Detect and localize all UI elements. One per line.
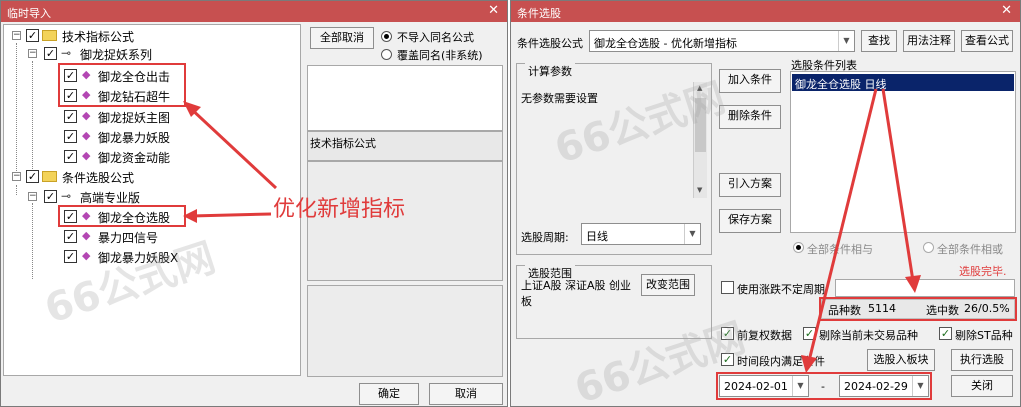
formula-icon: ◆: [82, 249, 91, 262]
deselect-all-button[interactable]: 全部取消: [310, 27, 374, 49]
radio-no-import-label: 不导入同名公式: [397, 31, 474, 44]
remove-st-checkbox[interactable]: ✓: [939, 327, 952, 340]
range-value: 上证A股 深证A股 创业板: [521, 279, 632, 308]
folder-icon: [42, 171, 57, 182]
stock-screener-dialog: 条件选股 ✕ 条件选股公式 御龙全仓选股 - 优化新增指标 ▼ 查找 用法注释 …: [510, 0, 1021, 407]
checkbox[interactable]: ✓: [64, 150, 77, 163]
time-range-checkbox[interactable]: ✓: [721, 353, 734, 366]
params-scrollbar[interactable]: ▲ ▼: [693, 82, 707, 198]
remove-st-label: 剔除ST品种: [955, 329, 1013, 342]
chevron-down-icon: ▼: [684, 224, 700, 244]
arrow-line: [186, 104, 278, 190]
arrow-head: [905, 275, 921, 293]
checkbox[interactable]: ✓: [44, 47, 57, 60]
annotation-arrows: [801, 88, 921, 373]
cancel-button[interactable]: 取消: [429, 383, 503, 405]
close-icon[interactable]: ✕: [1001, 3, 1012, 18]
folder-icon: [42, 30, 57, 41]
arrow-line: [190, 212, 272, 218]
use-period-checkbox[interactable]: ✓: [721, 281, 734, 294]
formula-icon: ◆: [82, 229, 91, 242]
status-text: 选股完毕.: [959, 265, 1007, 278]
formula-icon: ◆: [82, 149, 91, 162]
formula-select[interactable]: 御龙全仓选股 - 优化新增指标 ▼: [589, 30, 855, 52]
tree-item-8[interactable]: ✓ ◆ 御龙暴力妖股X: [4, 248, 294, 266]
chevron-up-icon[interactable]: ▲: [697, 84, 702, 92]
radio-no-import[interactable]: [381, 31, 392, 42]
formula-icon: ◆: [82, 109, 91, 122]
ok-button[interactable]: 确定: [359, 383, 419, 405]
close-button[interactable]: 关闭: [951, 375, 1013, 397]
close-icon[interactable]: ✕: [488, 3, 499, 18]
chevron-down-icon: ▼: [838, 31, 854, 51]
radio-all-or-label: 全部条件相或: [937, 243, 1003, 256]
chevron-down-icon[interactable]: ▼: [697, 186, 702, 194]
arrow-head: [183, 209, 197, 223]
arrow-line: [807, 88, 878, 362]
checkbox[interactable]: ✓: [64, 230, 77, 243]
key-icon: ⊸: [61, 189, 72, 203]
notes-area[interactable]: [307, 285, 503, 377]
import-dialog: 临时导入 ✕ − ✓ 技术指标公式 − ✓ ⊸ 御龙捉妖系列 ✓ ◆ 御龙全仓出…: [0, 0, 508, 407]
checkbox[interactable]: ✓: [64, 110, 77, 123]
checkbox[interactable]: ✓: [64, 130, 77, 143]
view-formula-button[interactable]: 查看公式: [961, 30, 1013, 52]
annotation-text: 优化新增指标: [273, 197, 406, 222]
run-screen-button[interactable]: 执行选股: [951, 349, 1013, 371]
formula-label: 条件选股公式: [517, 37, 583, 50]
key-icon: ⊸: [61, 46, 72, 60]
preview-area-top: [307, 65, 503, 131]
arrow-head: [801, 355, 817, 373]
radio-overwrite-label: 覆盖同名(非系统): [397, 49, 483, 62]
adjusted-data-checkbox[interactable]: ✓: [721, 327, 734, 340]
find-button[interactable]: 查找: [861, 30, 897, 52]
checkbox[interactable]: ✓: [26, 29, 39, 42]
screener-titlebar: 条件选股 ✕: [511, 1, 1020, 22]
formula-icon: ◆: [82, 129, 91, 142]
checkbox[interactable]: ✓: [64, 250, 77, 263]
screener-title: 条件选股: [517, 7, 561, 20]
calc-params-group: 计算参数 无参数需要设置 ▲ ▼ 选股周期: 日线 ▼: [516, 63, 712, 255]
radio-overwrite[interactable]: [381, 49, 392, 60]
checkbox[interactable]: ✓: [44, 190, 57, 203]
arrow-line: [881, 88, 915, 282]
checkbox[interactable]: ✓: [26, 170, 39, 183]
scroll-thumb[interactable]: [695, 98, 706, 152]
period-select[interactable]: 日线 ▼: [581, 223, 701, 245]
tree-series-zhuoyao[interactable]: − ✓ ⊸ 御龙捉妖系列: [4, 45, 294, 63]
tree-group-indicators[interactable]: − ✓ 技术指标公式: [4, 27, 294, 45]
formula-type-field: 技术指标公式: [307, 131, 503, 161]
change-range-button[interactable]: 改变范围: [641, 274, 695, 296]
usage-notes-button[interactable]: 用法注释: [903, 30, 955, 52]
import-titlebar: 临时导入 ✕: [1, 1, 507, 22]
import-title: 临时导入: [7, 7, 51, 20]
annotation-arrows: [183, 101, 278, 223]
